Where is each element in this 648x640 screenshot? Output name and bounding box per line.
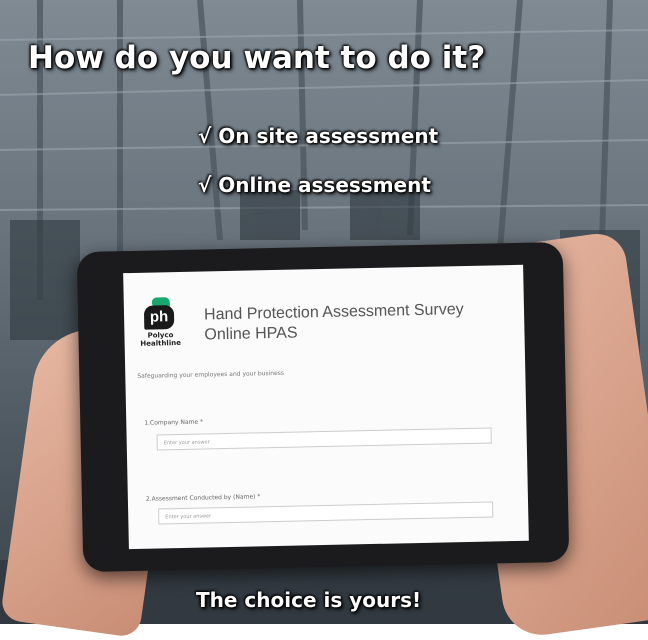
polyco-healthline-logo: ph Polyco Healthline	[138, 297, 183, 354]
tablet-device: ph Polyco Healthline Hand Protection Ass…	[76, 241, 570, 573]
assessor-name-input[interactable]: Enter your answer	[158, 501, 494, 525]
footer-tagline: The choice is yours!	[196, 588, 422, 612]
form-title-line-2: Online HPAS	[204, 324, 298, 344]
logo-brand: Polyco Healthline	[140, 331, 182, 348]
tablet-screen: ph Polyco Healthline Hand Protection Ass…	[123, 264, 529, 550]
question-2-label: 2.Assessment Conducted by (Name) *	[145, 493, 261, 503]
bullet-on-site: √ On site assessment	[198, 124, 439, 148]
logo-mark: ph	[143, 305, 175, 330]
form-tagline: Safeguarding your employees and your bus…	[137, 369, 285, 380]
question-1-label: 1.Company Name *	[144, 418, 204, 427]
form-title: Hand Protection Assessment Survey Online…	[204, 300, 464, 345]
company-name-input[interactable]: Enter your answer	[156, 427, 492, 451]
headline-title: How do you want to do it?	[28, 40, 486, 76]
bullet-online: √ Online assessment	[198, 173, 431, 197]
